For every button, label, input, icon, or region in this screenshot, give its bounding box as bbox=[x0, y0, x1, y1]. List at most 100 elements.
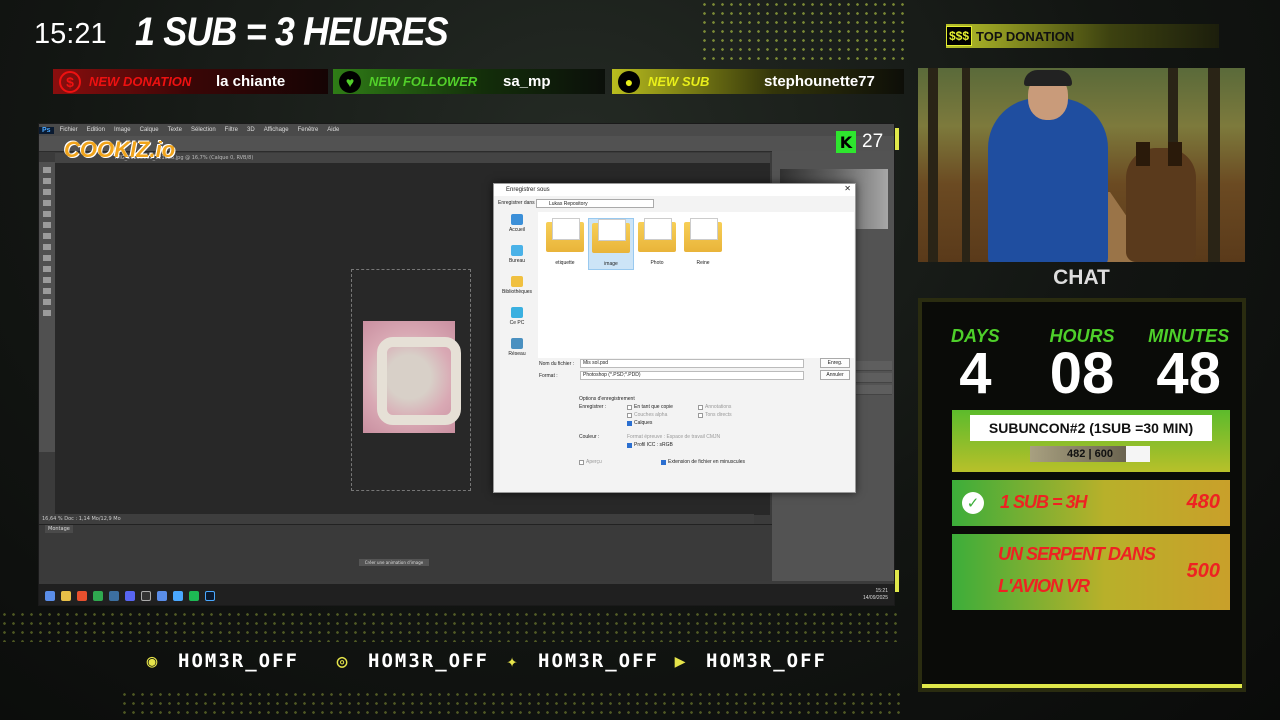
menu-item[interactable]: Image bbox=[114, 127, 131, 133]
menu-item[interactable]: Edition bbox=[87, 127, 105, 133]
save-button[interactable]: Enreg. bbox=[820, 358, 850, 368]
social-youtube[interactable]: ▶ HOM3R_OFF bbox=[668, 650, 848, 672]
dot-pattern bbox=[120, 690, 900, 720]
top-donation-bar: $$$ TOP DONATION bbox=[946, 24, 1219, 48]
windows-taskbar: 15:21 14/09/2025 bbox=[39, 584, 894, 605]
spot-checkbox[interactable]: Tons directs bbox=[698, 412, 732, 418]
app-icon[interactable] bbox=[189, 590, 199, 601]
reward-row: UN SERPENT DANS L'AVION VR 500 bbox=[952, 534, 1230, 610]
folder-item-selected[interactable]: image bbox=[588, 218, 634, 270]
marquee-tool-icon[interactable] bbox=[43, 178, 51, 184]
social-twitter[interactable]: ✦ HOM3R_OFF bbox=[500, 650, 668, 672]
network-icon bbox=[511, 338, 523, 349]
folder-item[interactable]: Photo bbox=[634, 218, 680, 270]
subathon-panel: DAYS 4 HOURS 08 MINUTES 48 SUBUNCON#2 (1SUB… bbox=[918, 298, 1246, 692]
library-icon bbox=[511, 276, 523, 287]
menu-item[interactable]: Aide bbox=[327, 127, 339, 133]
start-icon[interactable] bbox=[45, 590, 55, 601]
timeline-panel: Montage Créer une animation d'image bbox=[39, 524, 772, 581]
menu-item[interactable]: Texte bbox=[168, 127, 182, 133]
close-icon[interactable]: ✕ bbox=[844, 184, 851, 193]
save-in-select[interactable]: Lukas Repository bbox=[536, 199, 654, 208]
cancel-button[interactable]: Annuler bbox=[820, 370, 850, 380]
app-icon[interactable] bbox=[157, 590, 167, 601]
proof-checkbox[interactable]: Format épreuve : Espace de travail CMJN bbox=[627, 434, 720, 440]
hours-value: 08 bbox=[1049, 341, 1115, 406]
zoom-tool-icon[interactable] bbox=[43, 310, 51, 316]
alert-tag: NEW SUB bbox=[648, 74, 710, 89]
menu-item[interactable]: Sélection bbox=[191, 127, 216, 133]
reward-value: 480 bbox=[1186, 491, 1220, 513]
taskbar-date: 14/09/2025 bbox=[862, 595, 888, 601]
icc-checkbox[interactable]: Profil ICC : sRGB bbox=[627, 442, 673, 448]
menu-item[interactable]: Calque bbox=[140, 127, 159, 133]
gradient-tool-icon[interactable] bbox=[43, 255, 51, 261]
alert-tag: NEW DONATION bbox=[89, 74, 192, 89]
thumbnail-checkbox[interactable]: Aperçu bbox=[579, 459, 602, 465]
format-select[interactable]: Photoshop (*.PSD;*.PDD) bbox=[580, 371, 804, 380]
stamp-tool-icon[interactable] bbox=[43, 233, 51, 239]
move-tool-icon[interactable] bbox=[43, 167, 51, 173]
youtube-icon: ▶ bbox=[674, 650, 688, 672]
nav-item[interactable]: Ce PC bbox=[498, 307, 536, 326]
menu-item[interactable]: Fichier bbox=[60, 127, 78, 133]
eyedropper-tool-icon[interactable] bbox=[43, 211, 51, 217]
alpha-checkbox[interactable]: Couches alpha bbox=[627, 412, 667, 418]
explorer-icon[interactable] bbox=[61, 590, 71, 601]
photoshop-taskbar-icon[interactable] bbox=[205, 590, 215, 601]
text-tool-icon[interactable] bbox=[43, 277, 51, 283]
headline: 1 SUB = 3 HEURES bbox=[135, 10, 449, 54]
desktop-icon bbox=[511, 245, 523, 256]
nav-item[interactable]: Bibliothèques bbox=[498, 276, 536, 295]
brush-tool-icon[interactable] bbox=[43, 222, 51, 228]
app-icon[interactable] bbox=[173, 590, 183, 601]
heart-icon: ♥ bbox=[339, 70, 361, 93]
save-as-dialog: Enregistrer sous ✕ Enregistrer dans : Lu… bbox=[493, 183, 856, 493]
alert-tag: NEW FOLLOWER bbox=[369, 74, 478, 89]
frame-accent bbox=[895, 128, 899, 150]
reward-text: UN SERPENT DANS bbox=[998, 544, 1156, 564]
social-instagram[interactable]: ◎ HOM3R_OFF bbox=[330, 650, 500, 672]
brave-icon[interactable] bbox=[77, 590, 87, 601]
social-links: ◉ HOM3R_OFF ◎ HOM3R_OFF ✦ HOM3R_OFF ▶ HOM3R_… bbox=[140, 650, 848, 672]
nav-label: Bureau bbox=[508, 258, 526, 264]
social-handle: HOM3R_OFF bbox=[178, 650, 299, 672]
timeline-tab[interactable]: Montage bbox=[45, 525, 73, 533]
as-copy-checkbox[interactable]: En tant que copie bbox=[627, 404, 673, 410]
lowercase-ext-checkbox[interactable]: Extension de fichier en minuscules bbox=[661, 459, 745, 465]
tools-panel bbox=[39, 162, 55, 452]
annotations-checkbox[interactable]: Annotations bbox=[698, 404, 731, 410]
webcam-feed bbox=[918, 68, 1245, 262]
layers-checkbox[interactable]: Calques bbox=[627, 420, 652, 426]
lasso-tool-icon[interactable] bbox=[43, 189, 51, 195]
crop-tool-icon[interactable] bbox=[43, 200, 51, 206]
folder-label: Reine bbox=[696, 260, 710, 266]
create-animation-button[interactable]: Créer une animation d'image bbox=[359, 559, 429, 566]
tree-shape bbox=[1208, 68, 1220, 262]
folder-item[interactable]: Reine bbox=[680, 218, 726, 270]
nav-item[interactable]: Bureau bbox=[498, 245, 536, 264]
menu-item[interactable]: Affichage bbox=[264, 127, 289, 133]
nav-label: Ce PC bbox=[509, 320, 525, 326]
menu-item[interactable]: Filtre bbox=[225, 127, 238, 133]
folder-item[interactable]: etiquette bbox=[542, 218, 588, 270]
menu-item[interactable]: 3D bbox=[247, 127, 255, 133]
steam-icon[interactable] bbox=[109, 590, 119, 601]
chrome-icon[interactable] bbox=[93, 590, 103, 601]
obs-icon[interactable] bbox=[141, 590, 151, 601]
social-discord[interactable]: ◉ HOM3R_OFF bbox=[140, 650, 330, 672]
eraser-tool-icon[interactable] bbox=[43, 244, 51, 250]
save-in-label: Enregistrer dans : bbox=[498, 200, 538, 206]
discord-icon[interactable] bbox=[125, 590, 135, 601]
folder-icon bbox=[638, 218, 676, 252]
nav-label: Accueil bbox=[508, 227, 526, 233]
pc-icon bbox=[511, 307, 523, 318]
folder-icon bbox=[684, 218, 722, 252]
nav-item[interactable]: Réseau bbox=[498, 338, 536, 357]
hand-tool-icon[interactable] bbox=[43, 299, 51, 305]
pen-tool-icon[interactable] bbox=[43, 266, 51, 272]
shape-tool-icon[interactable] bbox=[43, 288, 51, 294]
menu-item[interactable]: Fenêtre bbox=[298, 127, 319, 133]
filename-input[interactable]: Mis sol.psd bbox=[580, 359, 804, 368]
nav-item[interactable]: Accueil bbox=[498, 214, 536, 233]
